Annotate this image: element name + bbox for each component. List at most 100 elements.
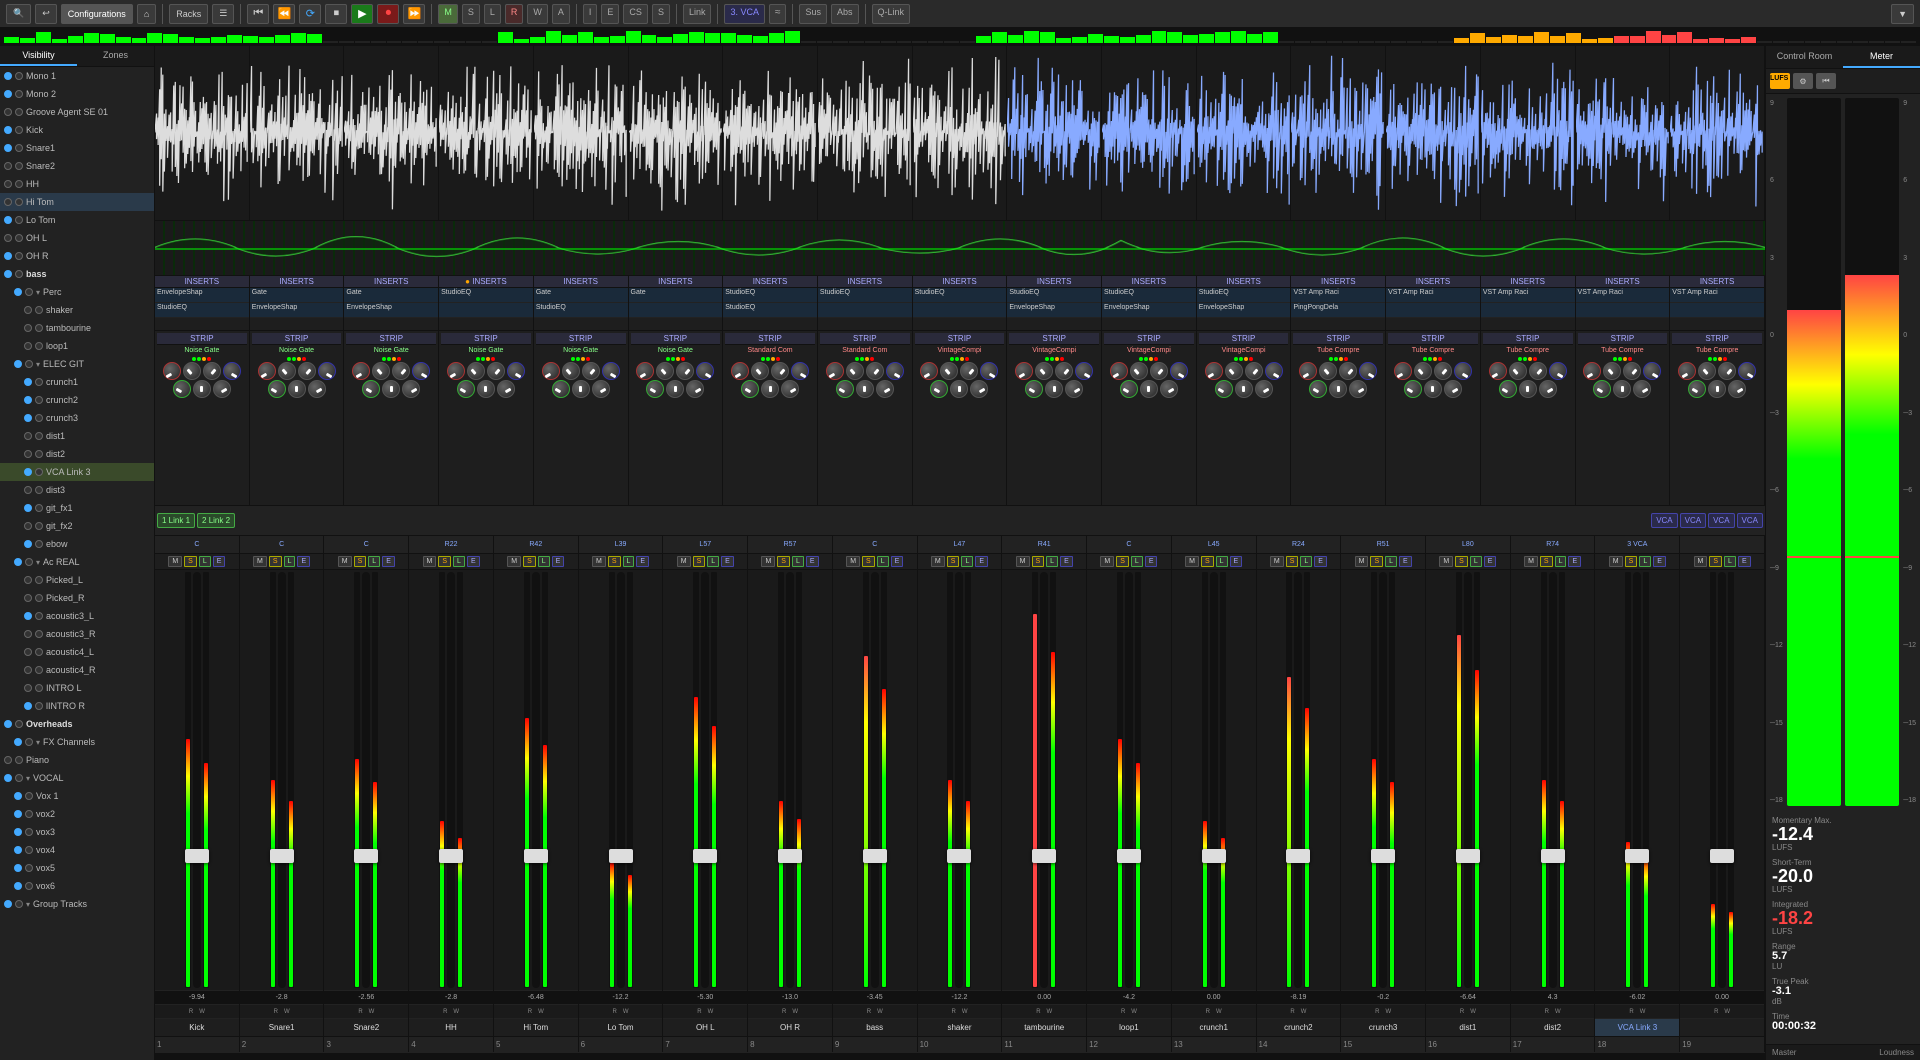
msle-btn-L-18[interactable]: L <box>1724 556 1736 567</box>
knob-3-3[interactable] <box>507 362 525 380</box>
rw-btn-R-17[interactable]: R <box>1627 1008 1635 1016</box>
fader-track-4[interactable] <box>532 572 540 988</box>
sidebar-item-fx_channels[interactable]: ▾FX Channels <box>0 733 154 751</box>
racks-btn[interactable]: Racks <box>169 4 208 24</box>
knob2-3-0[interactable] <box>457 380 475 398</box>
msle-btn-M-5[interactable]: M <box>592 556 606 567</box>
msle-btn-E-0[interactable]: E <box>213 556 226 567</box>
sidebar-item-hh[interactable]: HH <box>0 175 154 193</box>
vis-circle-outer[interactable] <box>4 162 12 170</box>
fader-track-0[interactable] <box>193 572 201 988</box>
msle-btn-L-3[interactable]: L <box>453 556 465 567</box>
waveform-lane-13[interactable] <box>1386 46 1481 220</box>
fader-name-row-7[interactable]: OH R <box>748 1018 832 1036</box>
knob-2-1[interactable] <box>372 362 390 380</box>
vca-badge-2[interactable]: VCA <box>1708 513 1734 528</box>
knob-16-3[interactable] <box>1738 362 1756 380</box>
msle-btn-M-3[interactable]: M <box>423 556 437 567</box>
msle-btn-E-16[interactable]: E <box>1568 556 1581 567</box>
fader-track-17[interactable] <box>1633 572 1641 988</box>
vis-circle-outer[interactable] <box>14 738 22 746</box>
reset-btn[interactable]: ⏮ <box>1816 73 1836 89</box>
rw-btn-W-9[interactable]: W <box>960 1008 970 1016</box>
expand-arrow[interactable]: ▾ <box>36 738 40 747</box>
vis-circle-outer[interactable] <box>24 522 32 530</box>
knob2-16-2[interactable] <box>1728 380 1746 398</box>
insert-slot-10-0[interactable]: StudioEQ <box>1102 288 1196 303</box>
vca-badge-1[interactable]: VCA <box>1680 513 1706 528</box>
sidebar-item-vox5[interactable]: vox5 <box>0 859 154 877</box>
msle-btn-M-14[interactable]: M <box>1355 556 1369 567</box>
knob-4-1[interactable] <box>562 362 580 380</box>
vis-circle-inner[interactable] <box>35 450 43 458</box>
insert-slot-12-0[interactable]: VST Amp Raci <box>1291 288 1385 303</box>
knob2-2-2[interactable] <box>402 380 420 398</box>
vis-circle-inner[interactable] <box>35 324 43 332</box>
knob-4-0[interactable] <box>542 362 560 380</box>
vis-circle-inner[interactable] <box>15 162 23 170</box>
knob2-1-0[interactable] <box>268 380 286 398</box>
sidebar-item-mono_2[interactable]: Mono 2 <box>0 85 154 103</box>
msle-btn-L-2[interactable]: L <box>368 556 380 567</box>
msle-btn-M-2[interactable]: M <box>338 556 352 567</box>
fader-name-row-15[interactable]: dist1 <box>1426 1018 1510 1036</box>
fader-track-1[interactable] <box>278 572 286 988</box>
knob-15-1[interactable] <box>1603 362 1621 380</box>
tab-control-room[interactable]: Control Room <box>1766 46 1843 68</box>
knob-8-0[interactable] <box>920 362 938 380</box>
sidebar-item-group_tracks[interactable]: ▾Group Tracks <box>0 895 154 913</box>
rw-btn-W-1[interactable]: W <box>282 1008 292 1016</box>
knob2-3-2[interactable] <box>497 380 515 398</box>
knob-7-0[interactable] <box>826 362 844 380</box>
sidebar-item-vox6[interactable]: vox6 <box>0 877 154 895</box>
vis-circle-outer[interactable] <box>4 144 12 152</box>
vis-circle-outer[interactable] <box>14 792 22 800</box>
msle-btn-S-1[interactable]: S <box>269 556 282 567</box>
sidebar-item-dist3[interactable]: dist3 <box>0 481 154 499</box>
knob2-0-0[interactable] <box>173 380 191 398</box>
sidebar-item-snare2[interactable]: Snare2 <box>0 157 154 175</box>
knob-2-3[interactable] <box>412 362 430 380</box>
knob2-8-2[interactable] <box>970 380 988 398</box>
knob-5-2[interactable] <box>676 362 694 380</box>
waveform-lane-6[interactable] <box>723 46 818 220</box>
vis-circle-inner[interactable] <box>35 414 43 422</box>
rw-btn-R-7[interactable]: R <box>780 1008 788 1016</box>
fader-handle-7[interactable] <box>778 849 802 863</box>
knob-8-2[interactable] <box>960 362 978 380</box>
vis-circle-inner[interactable] <box>25 810 33 818</box>
knob2-7-1[interactable] <box>856 380 874 398</box>
waveform-lane-5[interactable] <box>629 46 724 220</box>
msle-btn-E-8[interactable]: E <box>891 556 904 567</box>
knob2-16-0[interactable] <box>1688 380 1706 398</box>
vis-circle-inner[interactable] <box>35 576 43 584</box>
knob2-12-1[interactable] <box>1329 380 1347 398</box>
sidebar-item-acoustic4_r[interactable]: acoustic4_R <box>0 661 154 679</box>
rw-btn-W-18[interactable]: W <box>1722 1008 1732 1016</box>
vca-badge-0[interactable]: VCA <box>1651 513 1677 528</box>
fader-handle-11[interactable] <box>1117 849 1141 863</box>
rw-btn-R-10[interactable]: R <box>1034 1008 1042 1016</box>
msle-btn-M-11[interactable]: M <box>1100 556 1114 567</box>
rw-btn-R-3[interactable]: R <box>441 1008 449 1016</box>
vis-circle-outer[interactable] <box>24 324 32 332</box>
mode-i[interactable]: I <box>583 4 598 24</box>
fader-name-row-3[interactable]: HH <box>409 1018 493 1036</box>
vis-circle-outer[interactable] <box>24 540 32 548</box>
vca-btn[interactable]: 3. VCA <box>724 4 765 24</box>
insert-slot-1-1[interactable]: EnvelopeShap <box>250 303 344 318</box>
vis-circle-outer[interactable] <box>4 90 12 98</box>
fader-handle-9[interactable] <box>947 849 971 863</box>
vis-circle-outer[interactable] <box>14 810 22 818</box>
knob-4-3[interactable] <box>602 362 620 380</box>
knob-2-0[interactable] <box>352 362 370 380</box>
knob2-2-0[interactable] <box>362 380 380 398</box>
msle-btn-M-15[interactable]: M <box>1439 556 1453 567</box>
sidebar-item-piano[interactable]: Piano <box>0 751 154 769</box>
fader-pan-12[interactable]: L45 <box>1172 536 1256 554</box>
fader-pan-0[interactable]: C <box>155 536 239 554</box>
sidebar-item-crunch1[interactable]: crunch1 <box>0 373 154 391</box>
msle-btn-S-3[interactable]: S <box>438 556 451 567</box>
insert-slot-13-0[interactable]: VST Amp Raci <box>1386 288 1480 303</box>
vis-circle-inner[interactable] <box>15 234 23 242</box>
